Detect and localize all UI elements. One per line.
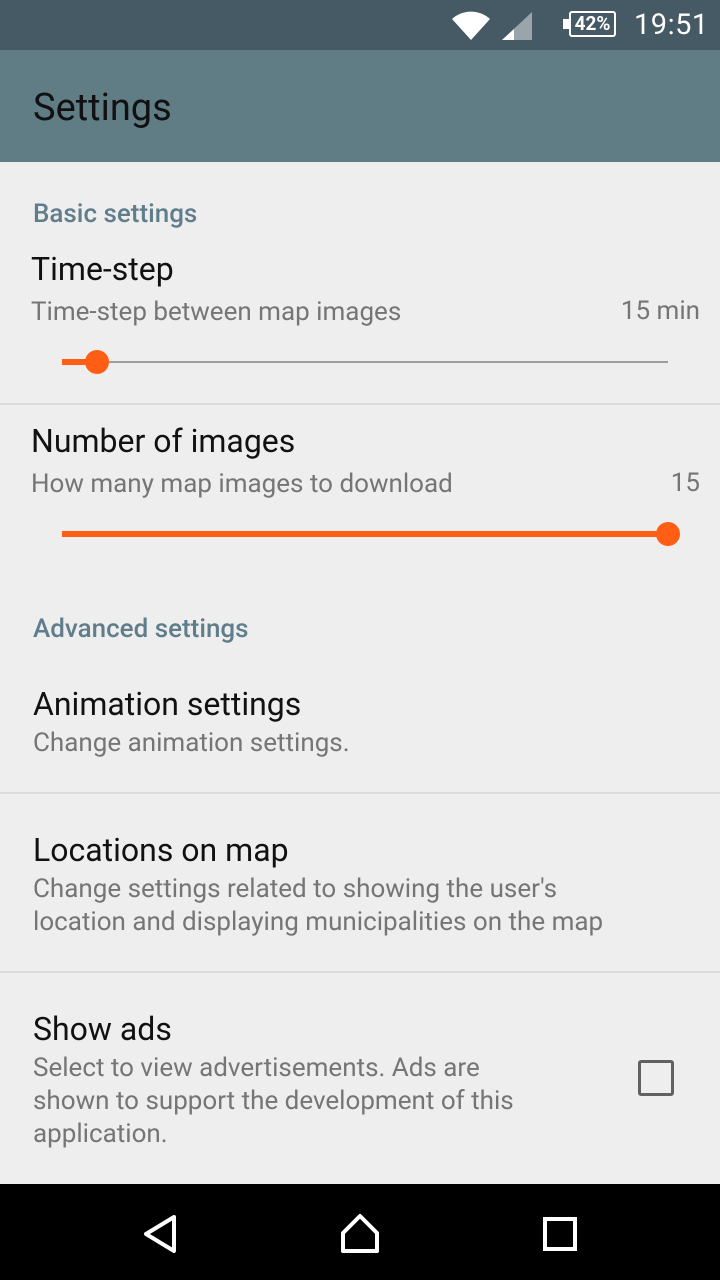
slider-thumb[interactable] [656,522,680,546]
pref-title: Show ads [33,1010,172,1048]
pref-summary-line: location and displaying municipalities o… [33,907,604,937]
pref-summary-line: Change settings related to showing the u… [33,874,558,904]
wifi-icon [452,11,490,40]
divider [0,792,720,794]
pref-summary-line: application. [33,1119,168,1149]
back-icon[interactable] [138,1212,182,1256]
home-icon[interactable] [338,1212,382,1256]
app-bar: Settings [0,50,720,162]
page-title: Settings [33,86,172,130]
pref-summary-line: Select to view advertisements. Ads are [33,1053,480,1083]
navigation-bar [0,1184,720,1280]
pref-summary: Change animation settings. [33,728,350,758]
divider [0,971,720,973]
battery-icon: 42% [563,11,618,39]
section-header-advanced: Advanced settings [33,614,249,644]
pref-summary: How many map images to download [31,469,453,499]
pref-summary-line: shown to support the development of this [33,1086,514,1116]
pref-value: 15 [670,468,700,498]
show-ads-checkbox[interactable] [638,1060,674,1096]
pref-value: 15 min [620,296,700,326]
pref-title: Time-step [31,250,174,288]
clock: 19:51 [634,8,709,42]
pref-summary: Time-step between map images [31,297,402,327]
slider-thumb[interactable] [85,350,109,374]
divider [0,403,720,405]
recents-icon[interactable] [538,1212,582,1256]
pref-title: Number of images [31,422,296,460]
pref-title: Locations on map [33,831,289,869]
cell-signal-icon [502,12,532,40]
pref-title: Animation settings [33,685,302,723]
time-step-slider[interactable] [62,347,668,377]
number-of-images-slider[interactable] [62,519,680,549]
battery-percentage: 42% [574,12,611,35]
section-header-basic: Basic settings [33,199,198,229]
slider-track [62,361,668,363]
status-bar: 42% 19:51 [0,0,720,50]
slider-fill [62,531,668,537]
